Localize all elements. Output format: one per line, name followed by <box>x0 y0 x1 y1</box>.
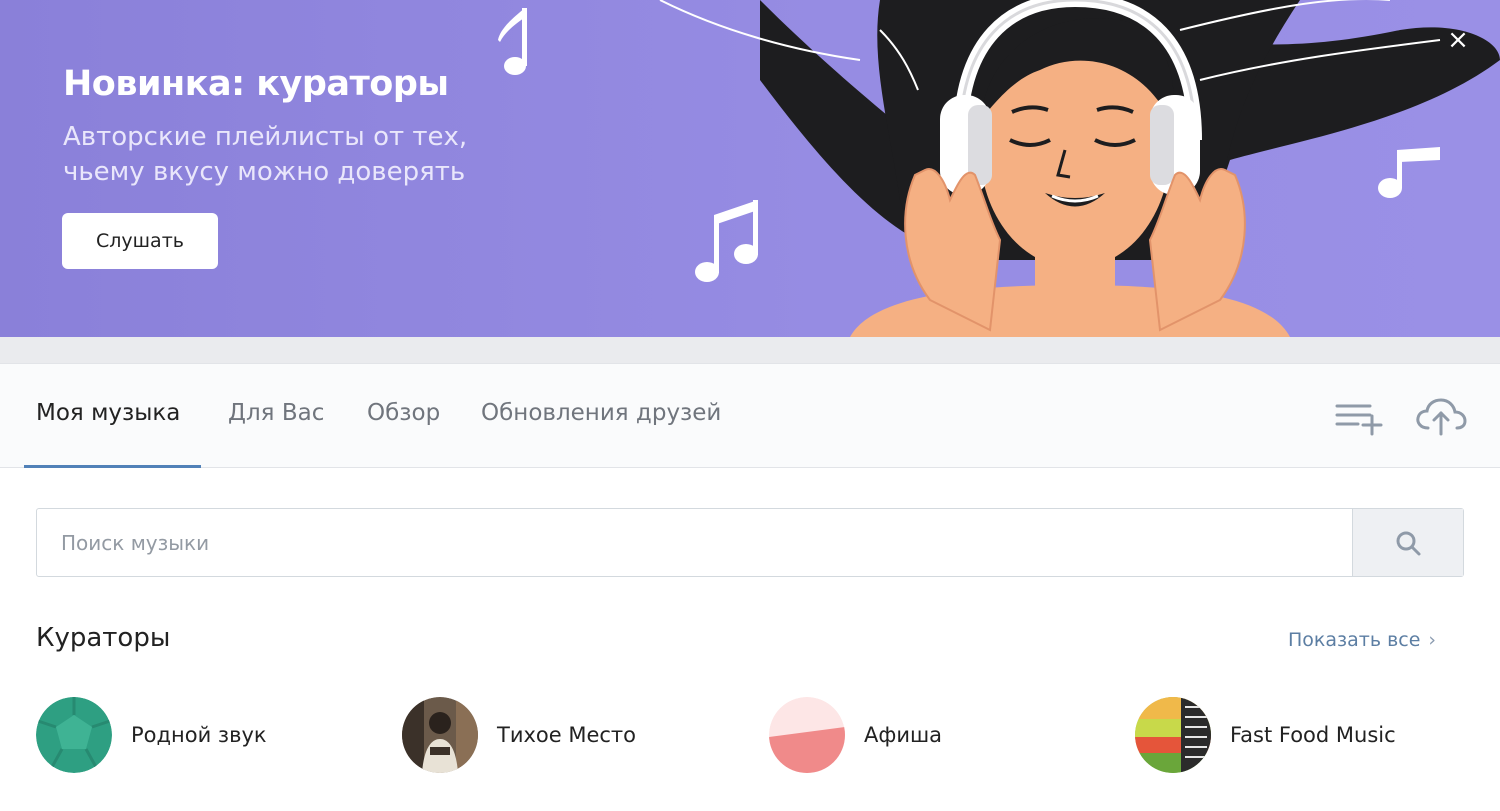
avatar <box>402 697 478 773</box>
banner-subtitle: Авторские плейлисты от тех, чьему вкусу … <box>63 120 523 190</box>
curator-name: Fast Food Music <box>1230 723 1396 747</box>
avatar <box>1135 697 1211 773</box>
curator-name: Афиша <box>864 723 943 747</box>
cloud-upload-icon[interactable] <box>1414 396 1468 436</box>
music-search <box>36 508 1464 577</box>
tab-friends-updates[interactable]: Обновления друзей <box>481 400 721 426</box>
curator-name: Тихое Место <box>497 723 637 747</box>
playlist-add-icon[interactable] <box>1334 400 1384 436</box>
curator-name: Родной звук <box>131 723 267 747</box>
section-divider <box>0 337 1500 365</box>
avatar <box>769 697 845 773</box>
tab-for-you[interactable]: Для Вас <box>228 400 324 426</box>
avatar <box>36 697 112 773</box>
music-tabs: Моя музыка Для Вас Обзор Обновления друз… <box>0 364 1500 468</box>
banner-subtitle-line1: Авторские плейлисты от тех, <box>63 122 468 152</box>
search-button[interactable] <box>1352 509 1463 576</box>
curator-item[interactable]: Афиша <box>769 697 942 773</box>
search-icon <box>1396 531 1421 555</box>
show-all-label: Показать все <box>1288 629 1421 651</box>
banner-title: Новинка: кураторы <box>63 64 449 104</box>
search-input[interactable] <box>37 509 1352 576</box>
curators-heading: Кураторы <box>36 623 171 653</box>
curators-list: Родной звук Тихое Место Афиша Fast Food … <box>0 697 1500 777</box>
curator-item[interactable]: Тихое Место <box>402 697 636 773</box>
chevron-right-icon: › <box>1428 629 1437 651</box>
promo-banner: Новинка: кураторы Авторские плейлисты от… <box>0 0 1500 337</box>
tab-overview[interactable]: Обзор <box>367 400 440 426</box>
active-tab-indicator <box>24 465 201 468</box>
show-all-link[interactable]: Показать все › <box>1288 629 1436 651</box>
close-banner-icon[interactable]: × <box>1444 26 1472 54</box>
banner-subtitle-line2: чьему вкусу можно доверять <box>63 157 466 187</box>
curator-item[interactable]: Родной звук <box>36 697 267 773</box>
curator-item[interactable]: Fast Food Music <box>1135 697 1396 773</box>
music-card: Моя музыка Для Вас Обзор Обновления друз… <box>0 363 1500 811</box>
listen-button[interactable]: Слушать <box>62 213 218 269</box>
tab-my-music[interactable]: Моя музыка <box>36 400 180 426</box>
